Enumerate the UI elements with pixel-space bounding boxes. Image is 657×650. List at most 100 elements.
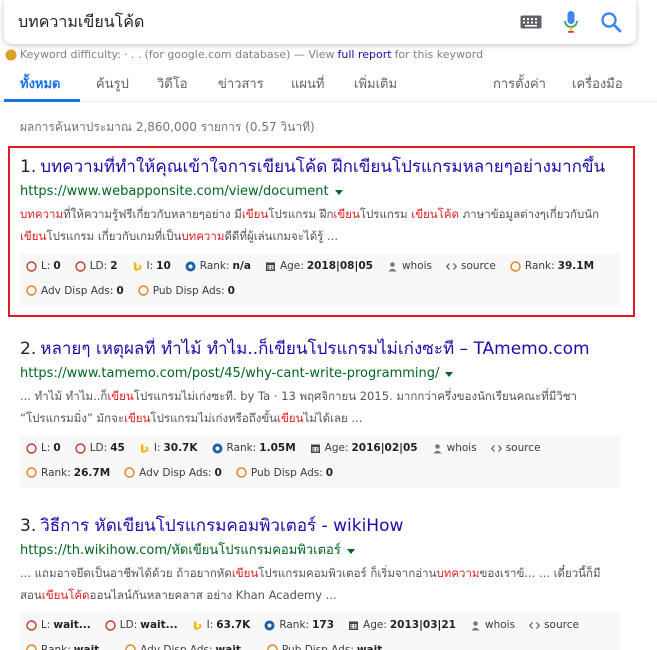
metric-label: LD: <box>89 260 108 272</box>
majestic-icon <box>26 260 37 272</box>
metric-value: wait... <box>73 643 112 650</box>
metric-item[interactable]: Age: 2013|03|21 <box>348 614 456 636</box>
tab-maps[interactable]: แผนที่ <box>291 73 324 94</box>
tab-settings[interactable]: การตั้งค่า <box>493 73 546 94</box>
metric-item: Adv Disp Ads: 0 <box>124 462 222 484</box>
metric-item[interactable]: I: 30.7K <box>139 437 198 459</box>
metric-label: Rank: <box>279 619 310 631</box>
search-input[interactable] <box>18 10 498 34</box>
metric-label: Adv Disp Ads: <box>41 284 114 297</box>
metric-item[interactable]: I: 10 <box>132 255 171 277</box>
metric-item[interactable]: whois <box>470 614 515 636</box>
metric-value: 0 <box>227 284 235 297</box>
result-stats: ผลการค้นหาประมาณ 2,860,000 รายการ (0.57 … <box>20 120 315 134</box>
url-dropdown-icon[interactable] <box>346 548 355 554</box>
metric-item[interactable]: source <box>490 437 541 459</box>
result-number: 3. <box>20 516 37 536</box>
result-url[interactable]: https://th.wikihow.com/หัดเขียนโปรแกรมคอ… <box>20 542 622 560</box>
semrush-icon <box>236 467 247 478</box>
search-box[interactable] <box>4 0 636 44</box>
metric-item[interactable]: Rank: 1.05M <box>212 437 296 459</box>
metric-item[interactable]: LD: 2 <box>75 255 118 277</box>
metric-item[interactable]: Age: 2016|02|05 <box>310 437 418 459</box>
keyboard-icon[interactable] <box>520 15 542 29</box>
metric-value: wait... <box>53 619 91 631</box>
snippet-keyword: บทความ <box>20 207 64 221</box>
metric-item[interactable]: Rank: wait... <box>26 639 111 650</box>
metric-value: 2 <box>110 260 118 272</box>
result-url-text: https://th.wikihow.com/หัดเขียนโปรแกรมคอ… <box>20 543 341 558</box>
metric-label: Pub Disp Ads: <box>152 284 225 297</box>
metric-label: source <box>505 442 541 454</box>
snippet-text: ที่ให้ความรู้ฟรีเกี่ยวกับหลายๆอย่าง มี <box>63 207 242 221</box>
tab-news[interactable]: ข่าวสาร <box>218 73 264 94</box>
url-dropdown-icon[interactable] <box>334 189 343 195</box>
metric-value: 173 <box>312 619 335 631</box>
metric-label: Rank: <box>41 466 71 479</box>
result-title-link[interactable]: 3. วิธีการ หัดเขียนโปรแกรมคอมพิวเตอร์ - w… <box>20 515 622 537</box>
semrush-icon <box>124 467 135 478</box>
metric-item[interactable]: Rank: n/a <box>185 255 251 277</box>
snippet-keyword: บทความ <box>436 566 480 580</box>
metric-item[interactable]: source <box>446 255 496 277</box>
metric-label: Adv Disp Ads: <box>139 466 212 479</box>
snippet-keyword: บทความ <box>181 229 225 243</box>
semrush-icon <box>267 644 278 650</box>
bing-icon <box>133 261 141 271</box>
result-snippet: บทความที่ให้ความรู้ฟรีเกี่ยวกับหลายๆอย่า… <box>20 203 622 247</box>
metric-label: Adv Disp Ads: <box>140 643 213 650</box>
metric-label: LD: <box>89 442 108 454</box>
search-result: 3. วิธีการ หัดเขียนโปรแกรมคอมพิวเตอร์ - w… <box>20 515 622 650</box>
tab-tools[interactable]: เครื่องมือ <box>572 73 623 94</box>
metric-label: Rank: <box>226 442 257 454</box>
tab-more[interactable]: เพิ่มเติม <box>354 73 397 94</box>
result-title-text: บทความที่ทำให้คุณเข้าใจการเขียนโค้ด ฝึกเ… <box>40 157 606 177</box>
metric-item[interactable]: LD: wait... <box>105 614 178 636</box>
result-url[interactable]: https://www.tamemo.com/post/45/why-cant-… <box>20 365 622 383</box>
snippet-text: ... แถมอาจยึดเป็นอาชีพได้ด้วย ถ้าอยากหัด <box>20 566 232 580</box>
metric-value: 0 <box>325 466 334 479</box>
result-title-link[interactable]: 1. บทความที่ทำให้คุณเข้าใจการเขียนโค้ด ฝึ… <box>20 156 622 178</box>
metric-item[interactable]: I: 63.7K <box>192 614 250 636</box>
tab-images[interactable]: ค้นรูป <box>96 73 129 94</box>
result-url[interactable]: https://www.webapponsite.com/view/docume… <box>20 183 622 201</box>
metric-value: 26.7M <box>73 466 111 479</box>
metric-item[interactable]: L: 0 <box>26 437 61 459</box>
microphone-icon[interactable] <box>564 11 578 33</box>
url-dropdown-icon[interactable] <box>445 371 454 377</box>
result-url-text: https://www.webapponsite.com/view/docume… <box>20 184 329 199</box>
metric-label: whois <box>401 260 432 272</box>
code-icon <box>446 262 457 270</box>
tab-videos[interactable]: วิดีโอ <box>157 73 188 94</box>
metric-item[interactable]: whois <box>387 255 432 277</box>
metric-item[interactable]: LD: 45 <box>75 437 125 459</box>
metric-item: Pub Disp Ads: wait... <box>267 639 394 650</box>
tab-all[interactable]: ทั้งหมด <box>20 73 61 94</box>
result-title-link[interactable]: 2. หลายๆ เหตุผลที่ ทำไม้ ทำไม..ก็เขียนโปร… <box>20 338 622 360</box>
metric-item[interactable]: whois <box>432 437 477 459</box>
result-number: 1. <box>20 157 37 177</box>
metric-item[interactable]: Rank: 39.1M <box>510 255 594 277</box>
metric-item[interactable]: Rank: 173 <box>264 614 334 636</box>
majestic-icon <box>105 619 116 631</box>
metric-value: 0 <box>116 284 124 297</box>
result-number: 2. <box>20 339 37 359</box>
metric-label: L: <box>41 260 51 272</box>
alexa-icon <box>212 443 222 453</box>
snippet-keyword: เขียนโค้ด <box>411 207 460 221</box>
snippet-text: โปรแกรม เกี่ยวกับเกมที่เป็น <box>46 229 182 243</box>
majestic-icon <box>75 442 86 454</box>
metric-item[interactable]: L: wait... <box>26 614 91 636</box>
metric-item[interactable]: Age: 2018|08|05 <box>265 255 373 277</box>
calendar-icon <box>265 262 275 271</box>
metric-item[interactable]: Rank: 26.7M <box>26 462 110 484</box>
alexa-icon <box>264 620 275 630</box>
person-icon <box>471 620 480 630</box>
metric-value: wait... <box>356 643 395 650</box>
metric-item[interactable]: L: 0 <box>26 255 61 277</box>
metric-item[interactable]: source <box>529 614 579 636</box>
metric-value: 10 <box>156 260 171 272</box>
snippet-keyword: เขียน <box>333 207 360 221</box>
search-icon[interactable] <box>600 11 622 33</box>
metric-value: 1.05M <box>259 442 296 454</box>
